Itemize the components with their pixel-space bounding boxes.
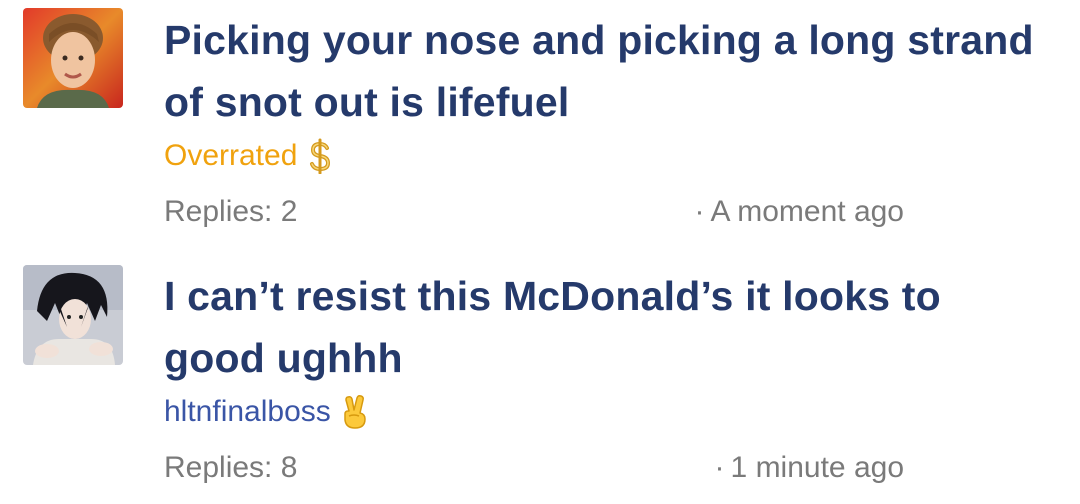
dollar-sign-icon xyxy=(305,138,337,174)
avatar[interactable] xyxy=(23,265,123,365)
avatar-image xyxy=(23,8,123,108)
author-name: Overrated xyxy=(164,139,298,172)
author-link[interactable]: hltnfinalboss xyxy=(164,394,371,430)
time-separator: · xyxy=(714,451,725,484)
post-title[interactable]: Picking your nose and picking a long str… xyxy=(164,9,1064,133)
time-text: A moment ago xyxy=(710,195,904,228)
time-text: 1 minute ago xyxy=(730,451,904,484)
post-title-line: Picking your nose and picking a long str… xyxy=(164,17,1034,63)
replies-count: Replies: 8 xyxy=(164,451,298,484)
post-timestamp: · 1 minute ago xyxy=(715,450,904,486)
avatar[interactable] xyxy=(23,8,123,108)
post-title[interactable]: I can’t resist this McDonald’s it looks … xyxy=(164,265,1064,389)
post-title-line: I can’t resist this McDonald’s it looks … xyxy=(164,273,941,319)
post-title-line: good ughhh xyxy=(164,335,403,381)
time-separator: · xyxy=(694,195,705,228)
author-name: hltnfinalboss xyxy=(164,395,331,428)
replies-count: Replies: 2 xyxy=(164,195,298,228)
post-item[interactable]: I can’t resist this McDonald’s it looks … xyxy=(0,256,1080,504)
post-timestamp: · A moment ago xyxy=(695,194,904,230)
post-title-line: of snot out is lifefuel xyxy=(164,79,570,125)
author-link[interactable]: Overrated xyxy=(164,138,337,174)
victory-hand-icon xyxy=(339,394,371,430)
avatar-image xyxy=(23,265,123,365)
post-item[interactable]: Picking your nose and picking a long str… xyxy=(0,0,1080,250)
